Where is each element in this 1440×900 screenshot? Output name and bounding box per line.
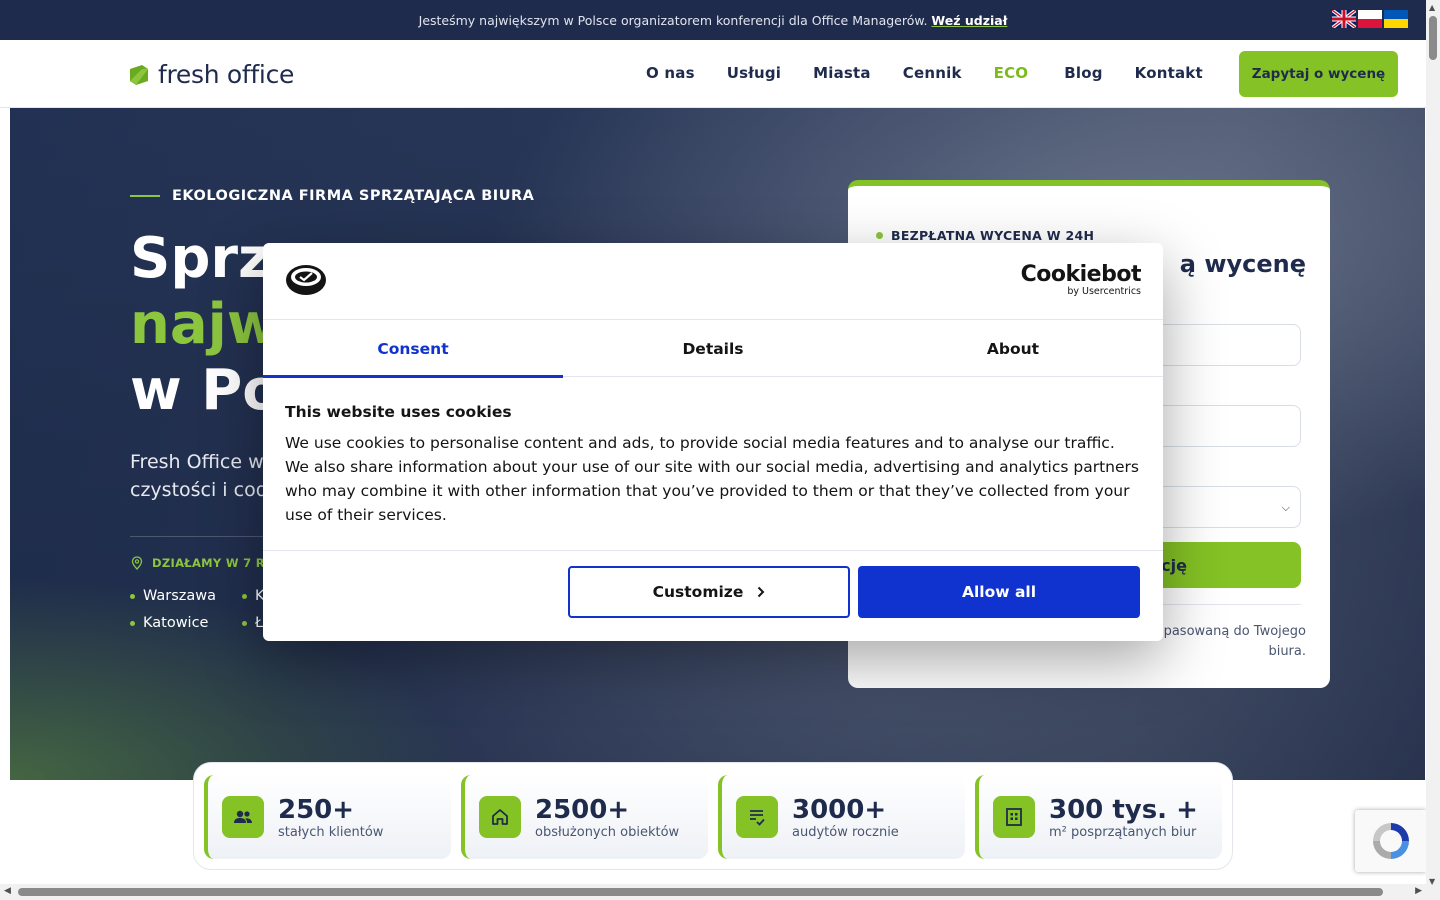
scroll-right-icon[interactable]: ▶ [1415, 886, 1422, 896]
regions-text: DZIAŁAMY W 7 RE [152, 556, 274, 570]
city-label: Warszawa [143, 588, 217, 604]
tab-details[interactable]: Details [563, 320, 863, 377]
bullet-dot [242, 620, 247, 626]
stat-value: 2500+ [535, 794, 630, 825]
cookie-tabs: Consent Details About [263, 320, 1163, 378]
stat-card: 250+ stałych klientów [204, 775, 451, 859]
city-label: Katowice [143, 615, 209, 631]
recaptcha-icon [1372, 823, 1409, 859]
hero-eyebrow: EKOLOGICZNA FIRMA SPRZĄTAJĄCA BIURA [130, 188, 534, 204]
nav-item-blog[interactable]: Blog [1064, 64, 1102, 82]
customize-button[interactable]: Customize [568, 566, 850, 618]
stat-label: audytów rocznie [792, 824, 899, 840]
recaptcha-badge[interactable] [1355, 810, 1426, 872]
chevron-down-icon: ⌵ [1281, 501, 1290, 514]
bullet-dot [876, 232, 883, 239]
stat-value: 300 tys. + [1049, 794, 1198, 825]
cookie-heading: This website uses cookies [285, 403, 512, 421]
stat-text: 300 tys. + m² posprzątanych biur [1049, 795, 1198, 840]
cookiebot-badge-icon [286, 265, 326, 295]
tab-about[interactable]: About [863, 320, 1163, 377]
stat-card: 2500+ obsłużonych obiektów [461, 775, 708, 859]
cookie-consent-dialog: Cookiebot by Usercentrics Consent Detail… [263, 243, 1163, 641]
cookie-description: We use cookies to personalise content an… [285, 434, 1139, 524]
stat-label: obsłużonych obiektów [535, 824, 680, 840]
stat-text: 3000+ audytów rocznie [792, 795, 899, 840]
hero-description: Fresh Office w czystości i cod [130, 448, 268, 504]
allow-all-button[interactable]: Allow all [858, 566, 1140, 618]
tab-consent[interactable]: Consent [263, 320, 563, 378]
announcement-bar: Jesteśmy największym w Polsce organizato… [0, 0, 1426, 40]
nav-item-kontakt[interactable]: Kontakt [1135, 64, 1203, 82]
cookie-dialog-body: This website uses cookies We use cookies… [263, 377, 1163, 551]
nav-item-uslugi[interactable]: Usługi [727, 64, 781, 82]
nav-item-o-nas[interactable]: O nas [646, 64, 695, 82]
flag-pl-icon[interactable] [1358, 10, 1382, 28]
stat-card: 3000+ audytów rocznie [718, 775, 965, 859]
stat-text: 250+ stałych klientów [278, 795, 383, 840]
nav-item-eco[interactable]: ECO [994, 64, 1033, 82]
chevron-right-icon [758, 586, 765, 598]
checklist-icon [736, 796, 778, 838]
hero-desc-line-2: czystości i cod [130, 479, 268, 501]
stat-label: m² posprzątanych biur [1049, 824, 1197, 840]
flag-ua-icon[interactable] [1384, 10, 1408, 28]
bullet-dot [242, 593, 247, 599]
announcement-link[interactable]: Weź udział [931, 13, 1007, 28]
stat-value: 3000+ [792, 794, 887, 825]
nav-item-eco-label: ECO [993, 64, 1029, 82]
regions-label: DZIAŁAMY W 7 RE [130, 556, 273, 570]
leaf-logo-icon [130, 64, 148, 85]
bullet-dot [130, 620, 135, 626]
vertical-scroll-thumb[interactable] [1429, 16, 1437, 60]
eyebrow-line [130, 195, 160, 197]
cookie-actions: Customize Allow all [263, 551, 1163, 641]
cookie-dialog-header: Cookiebot by Usercentrics [263, 243, 1163, 320]
cookiebot-logo[interactable]: Cookiebot by Usercentrics [1020, 262, 1142, 297]
scroll-up-icon[interactable]: ▲ [1429, 3, 1435, 12]
form-eyebrow: BEZPŁATNA WYCENA W 24H [876, 228, 1094, 243]
city-label: Ł [255, 615, 264, 631]
cookiebot-brand-sub: by Usercentrics [1067, 286, 1141, 297]
language-switcher [1332, 10, 1408, 28]
quote-request-button[interactable]: Zapytaj o wycenę [1239, 51, 1398, 97]
bullet-dot [130, 593, 135, 599]
vertical-scrollbar[interactable]: ▲ ▼ [1426, 0, 1440, 900]
main-nav: O nas Usługi Miasta Cennik ECO Blog Kont… [646, 64, 1235, 82]
horizontal-scrollbar[interactable]: ◀ ▶ [0, 884, 1426, 900]
location-pin-icon [131, 556, 143, 570]
hero-desc-line-1: Fresh Office w [130, 451, 264, 473]
stat-label: stałych klientów [278, 824, 384, 840]
scroll-down-icon[interactable]: ▼ [1429, 877, 1435, 886]
stats-strip: 250+ stałych klientów 2500+ obsłużonych … [193, 762, 1233, 870]
city-item: Warszawa [130, 588, 242, 604]
flag-en-icon[interactable] [1332, 10, 1356, 28]
stat-value: 250+ [278, 794, 355, 825]
building-icon [993, 796, 1035, 838]
announcement-text: Jesteśmy największym w Polsce organizato… [418, 12, 928, 28]
hero-eyebrow-text: EKOLOGICZNA FIRMA SPRZĄTAJĄCA BIURA [172, 188, 535, 204]
horizontal-scroll-thumb[interactable] [18, 888, 1383, 896]
users-icon [222, 796, 264, 838]
stat-text: 2500+ obsłużonych obiektów [535, 795, 679, 840]
logo-text: fresh office [158, 60, 295, 89]
logo[interactable]: fresh office [128, 60, 294, 89]
site-header: fresh office O nas Usługi Miasta Cennik … [0, 40, 1426, 108]
cookiebot-brand-name: Cookiebot [1020, 262, 1142, 287]
stat-card: 300 tys. + m² posprzątanych biur [975, 775, 1222, 859]
home-icon [479, 796, 521, 838]
city-item: Katowice [130, 615, 242, 631]
scroll-left-icon[interactable]: ◀ [4, 886, 11, 896]
nav-item-miasta[interactable]: Miasta [813, 64, 871, 82]
form-eyebrow-text: BEZPŁATNA WYCENA W 24H [891, 228, 1095, 243]
nav-item-cennik[interactable]: Cennik [903, 64, 962, 82]
customize-label: Customize [652, 583, 744, 601]
